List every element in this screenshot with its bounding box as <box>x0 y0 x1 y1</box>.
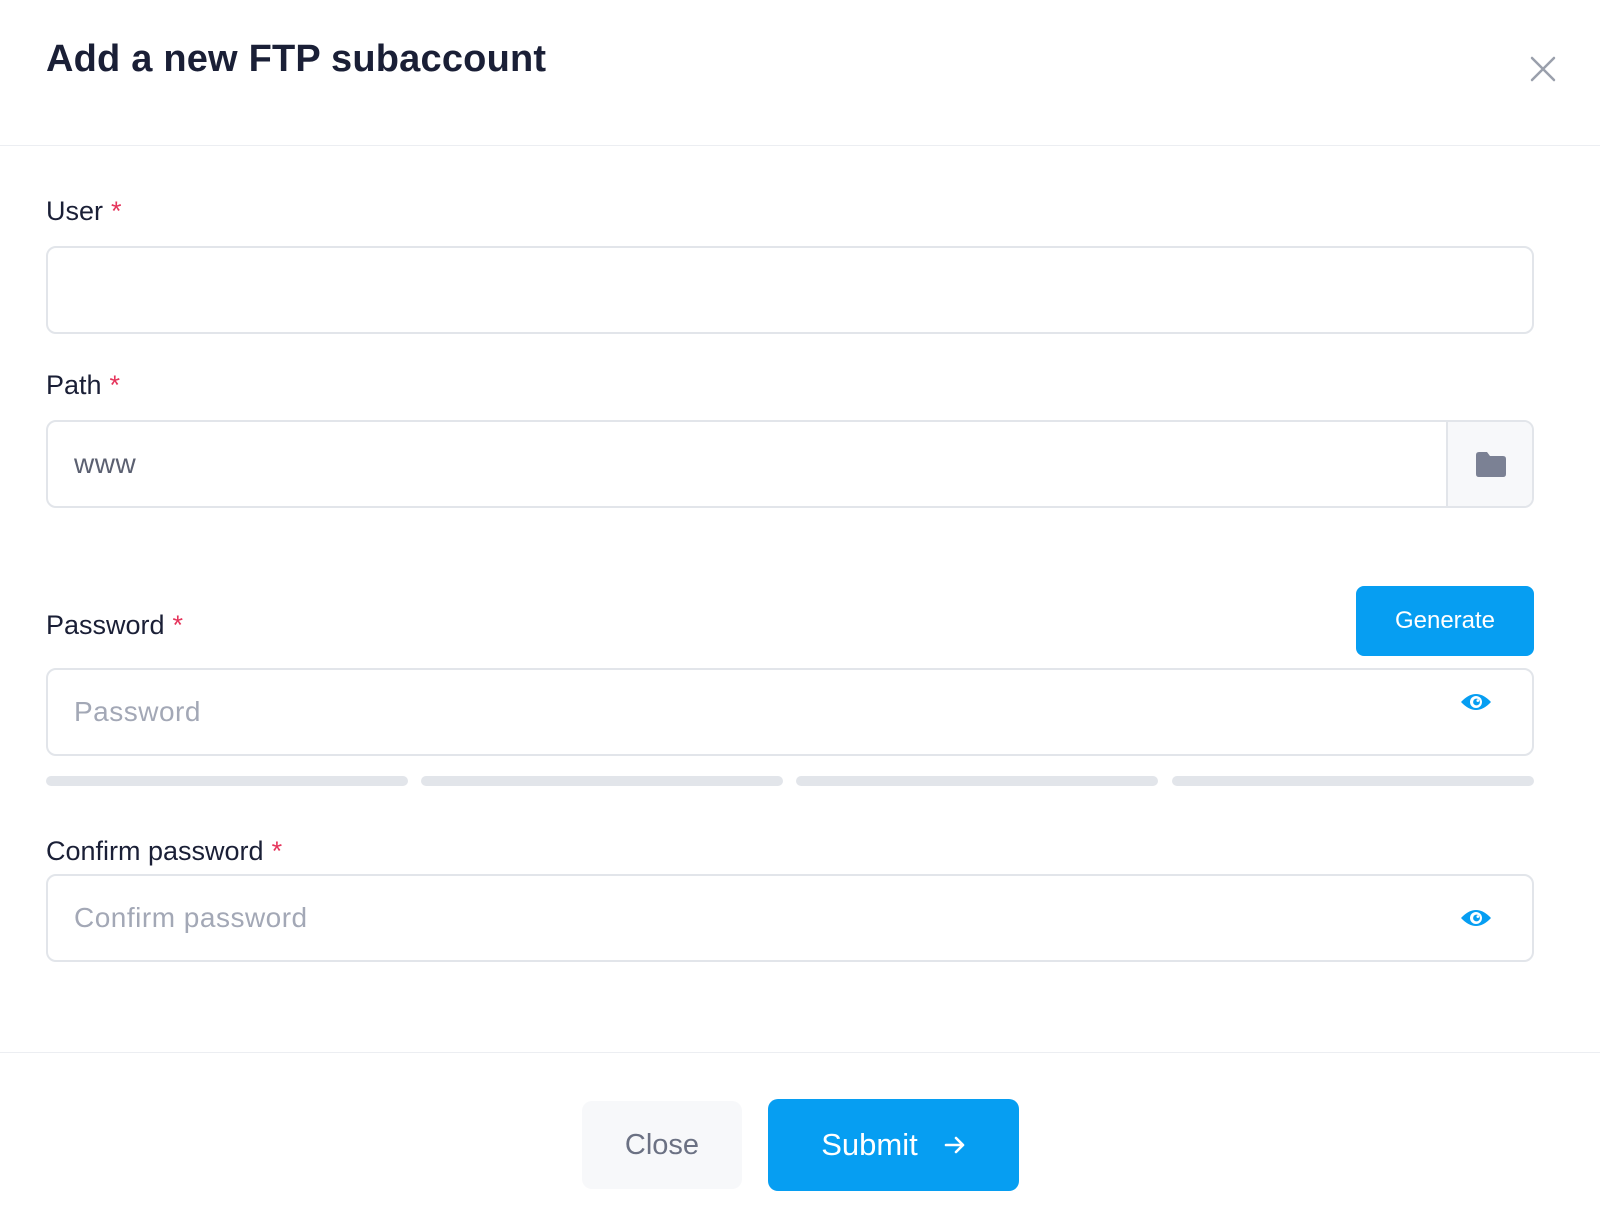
strength-segment <box>796 776 1158 786</box>
confirm-password-field <box>46 874 1534 962</box>
arrow-right-icon <box>944 1136 965 1154</box>
browse-folder-button[interactable] <box>1446 422 1532 506</box>
path-input[interactable] <box>48 422 1448 506</box>
required-mark: * <box>111 196 122 226</box>
required-mark: * <box>172 610 184 640</box>
password-label: Password * <box>46 610 183 641</box>
close-icon[interactable] <box>1528 54 1558 84</box>
dialog-footer: Close Submit <box>0 1052 1600 1226</box>
path-field <box>46 420 1534 508</box>
close-button[interactable]: Close <box>582 1101 742 1189</box>
user-label: User * <box>46 196 122 227</box>
eye-icon[interactable] <box>1460 690 1492 714</box>
strength-segment <box>421 776 783 786</box>
required-mark: * <box>271 836 283 866</box>
user-input[interactable] <box>48 248 1532 332</box>
password-field <box>46 668 1534 756</box>
submit-button-label: Submit <box>821 1127 918 1162</box>
user-field <box>46 246 1534 334</box>
strength-segment <box>1172 776 1534 786</box>
path-label: Path * <box>46 370 120 401</box>
confirm-password-label-text: Confirm password <box>46 836 264 866</box>
submit-button[interactable]: Submit <box>768 1099 1019 1191</box>
ftp-subaccount-dialog: Add a new FTP subaccount User* Path* Pas… <box>0 0 1600 1226</box>
dialog-title: Add a new FTP subaccount <box>46 38 547 80</box>
confirm-password-input[interactable] <box>48 876 1532 960</box>
strength-segment <box>46 776 408 786</box>
generate-password-button[interactable]: Generate <box>1356 586 1534 656</box>
required-mark: * <box>109 370 121 400</box>
dialog-header: Add a new FTP subaccount <box>0 0 1600 146</box>
password-label-text: Password <box>46 610 165 640</box>
user-label-text: User <box>46 196 104 226</box>
path-label-text: Path <box>46 370 102 400</box>
folder-icon <box>1476 452 1506 477</box>
eye-icon[interactable] <box>1460 906 1492 930</box>
confirm-password-label: Confirm password * <box>46 836 282 867</box>
password-input[interactable] <box>48 670 1532 754</box>
